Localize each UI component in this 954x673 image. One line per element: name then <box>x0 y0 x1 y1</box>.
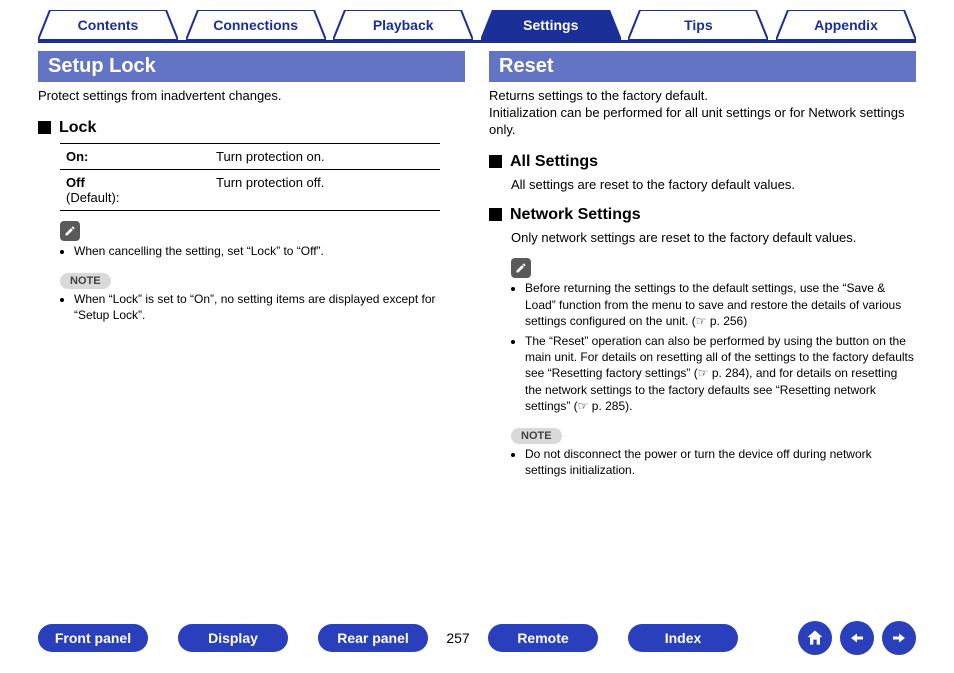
note-badge: NOTE <box>60 273 111 289</box>
note-badge: NOTE <box>511 428 562 444</box>
tip-list-left: When cancelling the setting, set “Lock” … <box>60 243 465 259</box>
section-title-reset: Reset <box>489 51 916 82</box>
tab-connections[interactable]: Connections <box>186 10 326 40</box>
subheading-all-settings: All Settings <box>489 153 916 171</box>
link-remote[interactable]: Remote <box>488 624 598 652</box>
pencil-icon <box>511 258 531 278</box>
link-index[interactable]: Index <box>628 624 738 652</box>
desc-all-settings: All settings are reset to the factory de… <box>511 177 916 194</box>
bottom-bar: Front panel Display Rear panel 257 Remot… <box>38 621 916 655</box>
lock-options-table: On: Turn protection on. Off(Default): Tu… <box>60 143 440 211</box>
tab-playback[interactable]: Playback <box>333 10 473 40</box>
section-title-setup-lock: Setup Lock <box>38 51 465 82</box>
desc-network-settings: Only network settings are reset to the f… <box>511 230 916 247</box>
tip-list-right: Before returning the settings to the def… <box>511 280 916 414</box>
subheading-lock: Lock <box>38 119 465 137</box>
column-setup-lock: Setup Lock Protect settings from inadver… <box>38 51 465 488</box>
tab-tips[interactable]: Tips <box>628 10 768 40</box>
note-item: When “Lock” is set to “On”, no setting i… <box>74 291 465 323</box>
top-tabs: Contents Connections Playback Settings T… <box>38 10 916 43</box>
pencil-icon <box>60 221 80 241</box>
note-item: Do not disconnect the power or turn the … <box>525 446 916 478</box>
subheading-network-settings: Network Settings <box>489 206 916 224</box>
note-list-right: Do not disconnect the power or turn the … <box>511 446 916 478</box>
intro-reset: Returns settings to the factory default.… <box>489 88 916 139</box>
next-page-icon[interactable] <box>882 621 916 655</box>
option-on: On: Turn protection on. <box>60 144 440 170</box>
link-rear-panel[interactable]: Rear panel <box>318 624 428 652</box>
tip-item: Before returning the settings to the def… <box>525 280 916 329</box>
page-number: 257 <box>428 630 488 646</box>
tab-settings[interactable]: Settings <box>481 10 621 40</box>
link-display[interactable]: Display <box>178 624 288 652</box>
intro-setup-lock: Protect settings from inadvertent change… <box>38 88 465 105</box>
prev-page-icon[interactable] <box>840 621 874 655</box>
option-off: Off(Default): Turn protection off. <box>60 170 440 211</box>
home-icon[interactable] <box>798 621 832 655</box>
note-list-left: When “Lock” is set to “On”, no setting i… <box>60 291 465 323</box>
tip-item: When cancelling the setting, set “Lock” … <box>74 243 465 259</box>
link-front-panel[interactable]: Front panel <box>38 624 148 652</box>
column-reset: Reset Returns settings to the factory de… <box>489 51 916 488</box>
tab-appendix[interactable]: Appendix <box>776 10 916 40</box>
tab-contents[interactable]: Contents <box>38 10 178 40</box>
tip-item: The “Reset” operation can also be perfor… <box>525 333 916 414</box>
